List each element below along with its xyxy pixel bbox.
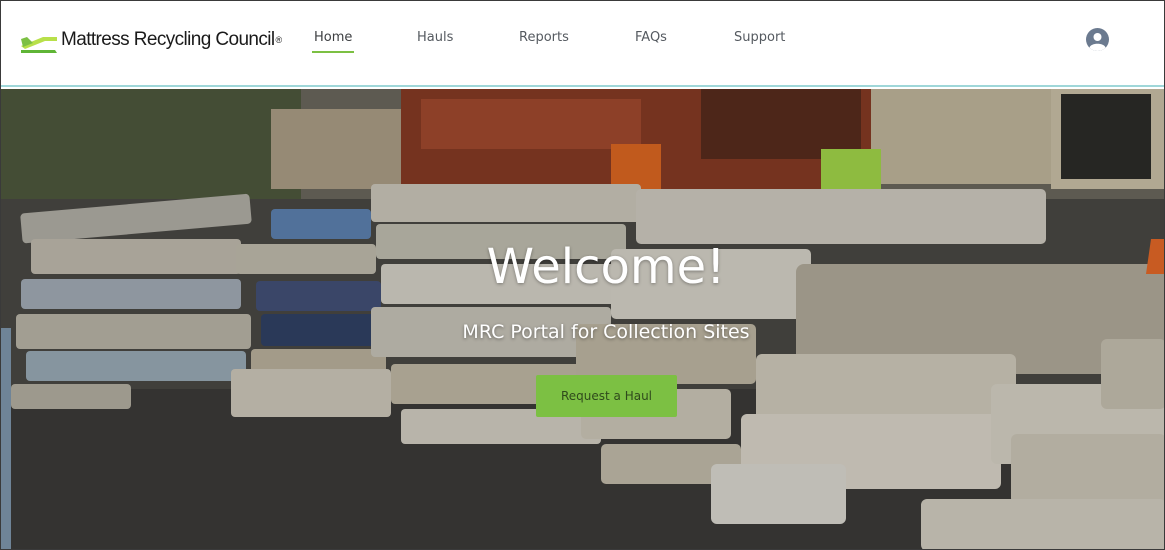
nav-support[interactable]: Support [734, 30, 785, 53]
hero-overlay [1, 89, 1164, 549]
hero-subtitle: MRC Portal for Collection Sites [462, 321, 750, 343]
nav-active-indicator [312, 51, 355, 53]
main-nav: Home Hauls Reports FAQs Support [1, 1, 1164, 87]
nav-support-label: Support [734, 30, 786, 45]
hero-title: Welcome! [486, 239, 726, 295]
user-silhouette-icon [1089, 33, 1106, 51]
user-avatar-icon[interactable] [1086, 28, 1109, 51]
nav-home[interactable]: Home [312, 30, 355, 53]
app-frame: Mattress Recycling Council ® Home Hauls … [0, 0, 1165, 550]
nav-faqs-label: FAQs [635, 30, 667, 45]
request-haul-button[interactable]: Request a Haul [536, 375, 677, 417]
nav-hauls-label: Hauls [417, 30, 454, 45]
nav-reports-label: Reports [519, 30, 569, 45]
nav-faqs[interactable]: FAQs [635, 30, 667, 53]
hero-banner: Welcome! MRC Portal for Collection Sites… [1, 89, 1164, 549]
nav-hauls[interactable]: Hauls [417, 30, 453, 53]
side-panel-edge [1, 328, 11, 549]
nav-home-label: Home [314, 30, 353, 45]
site-header: Mattress Recycling Council ® Home Hauls … [1, 1, 1164, 87]
nav-reports[interactable]: Reports [519, 30, 569, 53]
